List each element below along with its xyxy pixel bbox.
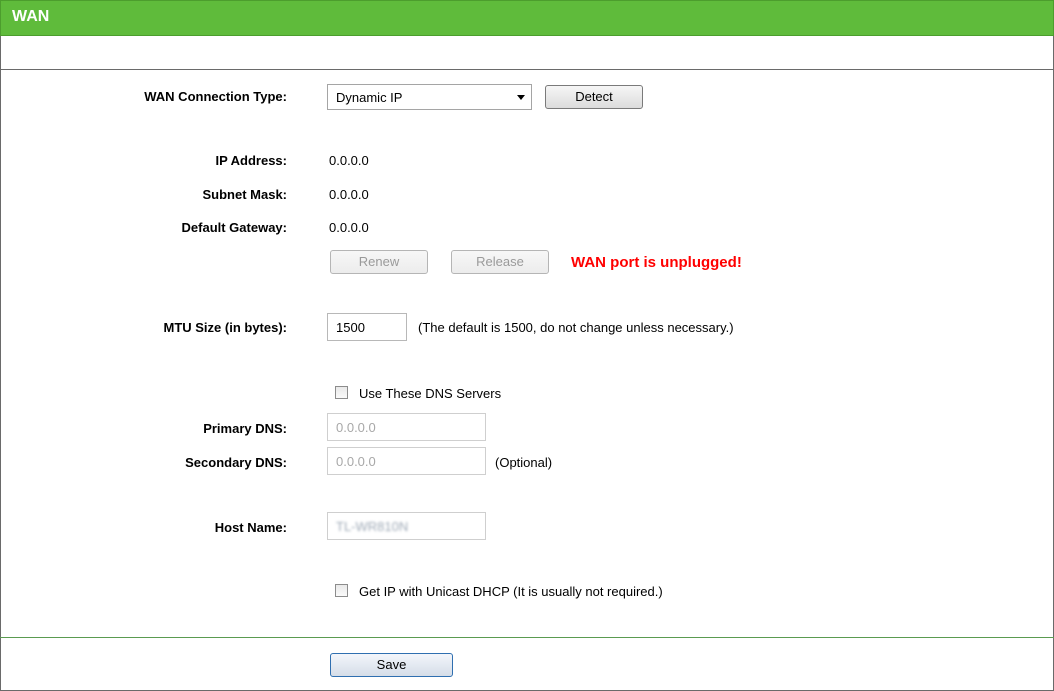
primary-dns-label: Primary DNS: [203,421,287,436]
header-divider [0,69,1054,70]
mtu-hint: (The default is 1500, do not change unle… [418,320,734,335]
wan-type-select[interactable]: Dynamic IP [327,84,532,110]
subnet-mask-label: Subnet Mask: [202,187,287,202]
primary-dns-input[interactable]: 0.0.0.0 [327,413,486,441]
mtu-input[interactable]: 1500 [327,313,407,341]
footer-divider [0,637,1054,638]
host-name-label: Host Name: [214,520,287,535]
use-dns-label: Use These DNS Servers [359,386,502,401]
wan-type-value: Dynamic IP [336,90,403,105]
use-dns-checkbox[interactable] [335,386,348,399]
unicast-dhcp-label: Get IP with Unicast DHCP (It is usually … [359,584,663,599]
host-name-value: TL-WR810N [336,519,409,534]
default-gateway-label: Default Gateway: [181,220,287,235]
release-button[interactable]: Release [451,250,549,274]
optional-label: (Optional) [495,455,553,470]
page-header: WAN [0,0,1054,36]
ip-address-label: IP Address: [215,153,287,168]
host-name-input[interactable]: TL-WR810N [327,512,486,540]
subnet-mask-value: 0.0.0.0 [329,187,369,202]
wan-type-label: WAN Connection Type: [144,89,287,104]
detect-button[interactable]: Detect [545,85,643,109]
save-button[interactable]: Save [330,653,453,677]
wan-status-message: WAN port is unplugged! [571,254,742,271]
secondary-dns-input[interactable]: 0.0.0.0 [327,447,486,475]
secondary-dns-label: Secondary DNS: [185,455,287,470]
unicast-dhcp-checkbox[interactable] [335,584,348,597]
renew-button[interactable]: Renew [330,250,428,274]
default-gateway-value: 0.0.0.0 [329,220,369,235]
chevron-down-icon [517,95,525,100]
mtu-label: MTU Size (in bytes): [163,320,287,335]
ip-address-value: 0.0.0.0 [329,153,369,168]
page-title: WAN [12,8,50,25]
